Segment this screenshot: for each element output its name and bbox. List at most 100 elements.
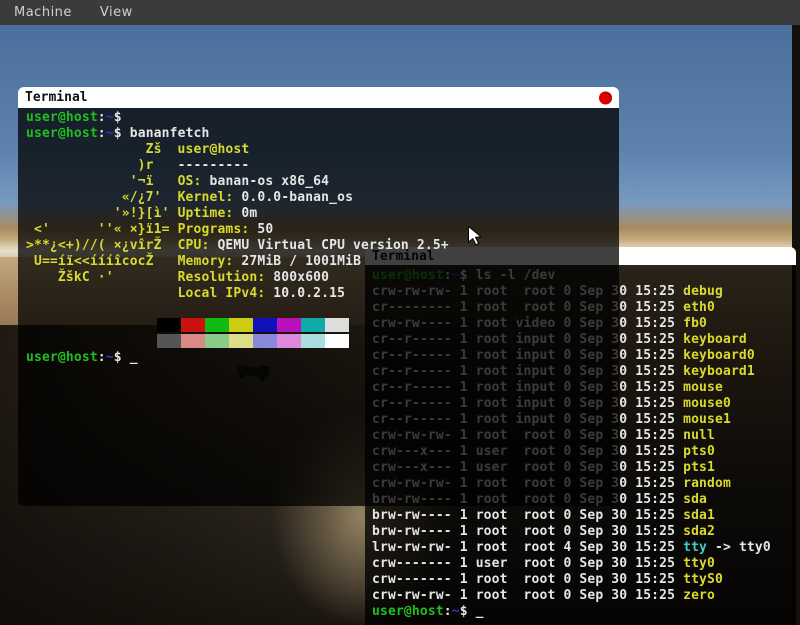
terminal-text-segment: ~	[452, 604, 460, 619]
terminal1-title: Terminal	[18, 90, 88, 105]
palette-swatch	[157, 318, 181, 332]
terminal-line: user@host:~$ bananfetch	[26, 126, 619, 142]
close-button[interactable]	[599, 91, 612, 104]
terminal-text-segment: tty0	[683, 556, 715, 571]
terminal-text-segment: >**¿<+)//( ×¿vîrŽ	[26, 238, 178, 253]
terminal1-titlebar[interactable]: Terminal	[18, 87, 619, 108]
palette-swatch	[277, 318, 301, 332]
terminal-line: crw-rw-rw- 1 root root 0 Sep 30 15:25 ze…	[372, 588, 796, 604]
terminal-text-segment: _	[130, 350, 138, 365]
terminal-text-segment: :	[98, 126, 106, 141]
palette-indent	[26, 334, 157, 348]
terminal-line: '»!}[ì' Uptime: 0m	[26, 206, 619, 222]
terminal-text-segment: sda	[683, 492, 707, 507]
terminal-text-segment: Programs:	[178, 222, 258, 237]
terminal-text-segment: eth0	[683, 300, 715, 315]
terminal-line: brw-rw---- 1 root root 0 Sep 30 15:25 sd…	[372, 508, 796, 524]
palette-swatch	[253, 334, 277, 348]
palette-swatch	[181, 318, 205, 332]
terminal-text-segment: crw-rw-rw- 1 root root 0 Sep 30 15:25	[372, 588, 683, 603]
terminal-text-segment: $	[114, 350, 130, 365]
terminal-text-segment: brw-rw---- 1 root root 0 Sep 30 15:25	[372, 508, 683, 523]
terminal-text-segment: mouse	[683, 380, 723, 395]
terminal-text-segment: ~	[106, 126, 114, 141]
terminal1-content[interactable]: user@host:~$ user@host:~$ bananfetch Zš …	[18, 108, 619, 506]
terminal-text-segment: :	[98, 350, 106, 365]
terminal-line: user@host:~$ _	[372, 604, 796, 620]
palette-swatch	[325, 334, 349, 348]
terminal-line: '¬ï OS: banan-os x86_64	[26, 174, 619, 190]
terminal-text-segment: ~	[106, 350, 114, 365]
terminal-text-segment: keyboard0	[683, 348, 755, 363]
terminal-text-segment: banan-os x86_64	[209, 174, 329, 189]
terminal-text-segment: crw------- 1 root root 0 Sep 30 15:25	[372, 572, 683, 587]
terminal-line: «/¿7' Kernel: 0.0.0-banan_os	[26, 190, 619, 206]
vm-menubar: Machine View	[0, 0, 800, 25]
terminal-line: user@host:~$ _	[26, 350, 619, 366]
palette-swatch	[301, 318, 325, 332]
terminal-text-segment: OS:	[178, 174, 210, 189]
terminal-text-segment: 27MiB / 1001MiB	[241, 254, 361, 269]
terminal-line: user@host:~$	[26, 110, 619, 126]
terminal-text-segment: «/¿7'	[26, 190, 178, 205]
terminal-text-segment: ŽškC ·'	[26, 270, 178, 285]
terminal-line: >**¿<+)//( ×¿vîrŽ CPU: QEMU Virtual CPU …	[26, 238, 619, 254]
terminal-text-segment: _	[476, 604, 484, 619]
terminal-text-segment: brw-rw---- 1 root root 0 Sep 30 15:25	[372, 524, 683, 539]
terminal-text-segment: )r	[26, 158, 178, 173]
terminal-text-segment: <' ''« ×}ï1=	[26, 222, 178, 237]
terminal-text-segment: 800x600	[273, 270, 329, 285]
menu-view[interactable]: View	[86, 0, 147, 25]
terminal-line: Zš user@host	[26, 142, 619, 158]
terminal-text-segment: $	[114, 126, 130, 141]
terminal-line: Local IPv4: 10.0.2.15	[26, 286, 619, 302]
palette-swatch	[325, 318, 349, 332]
terminal-text-segment: random	[683, 476, 731, 491]
terminal-text-segment: ttyS0	[683, 572, 723, 587]
palette-swatch	[157, 334, 181, 348]
terminal-line: crw------- 1 user root 0 Sep 30 15:25 tt…	[372, 556, 796, 572]
terminal-text-segment: 0.0.0-banan_os	[241, 190, 353, 205]
terminal-text-segment: Local IPv4:	[178, 286, 274, 301]
terminal-text-segment: keyboard1	[683, 364, 755, 379]
terminal-text-segment: Uptime:	[178, 206, 242, 221]
terminal-text-segment: ~	[106, 110, 114, 125]
terminal-text-segment: CPU:	[178, 238, 218, 253]
palette-swatch	[181, 334, 205, 348]
color-palette-row	[26, 318, 619, 334]
terminal-text-segment: user@host	[372, 604, 444, 619]
terminal-text-segment: null	[683, 428, 715, 443]
terminal-text-segment: 50	[257, 222, 273, 237]
terminal-line: U==íï<<íííîcocŽ Memory: 27MiB / 1001MiB	[26, 254, 619, 270]
terminal-text-segment: Zš user@host	[26, 142, 249, 157]
palette-swatch	[229, 334, 253, 348]
terminal-text-segment: mouse0	[683, 396, 731, 411]
terminal-text-segment: -> tty0	[707, 540, 771, 555]
terminal-text-segment: zero	[683, 588, 715, 603]
menu-machine[interactable]: Machine	[0, 0, 86, 25]
terminal-text-segment: :	[98, 110, 106, 125]
terminal-text-segment: Resolution:	[178, 270, 274, 285]
terminal-line	[26, 302, 619, 318]
terminal-line: <' ''« ×}ï1= Programs: 50	[26, 222, 619, 238]
mouse-pointer-icon	[468, 226, 483, 250]
terminal-text-segment: 10.0.2.15	[273, 286, 345, 301]
terminal-window-1: Terminal user@host:~$ user@host:~$ banan…	[18, 87, 619, 506]
color-palette-row	[26, 334, 619, 350]
terminal-text-segment: '»!}[ì'	[26, 206, 178, 221]
terminal-text-segment: Kernel:	[178, 190, 242, 205]
terminal-text-segment: tty	[683, 540, 707, 555]
terminal-text-segment: '¬ï	[26, 174, 178, 189]
terminal-line: lrw-rw-rw- 1 root root 4 Sep 30 15:25 tt…	[372, 540, 796, 556]
terminal-text-segment	[26, 286, 178, 301]
terminal-text-segment: 0m	[241, 206, 257, 221]
terminal-text-segment: crw------- 1 user root 0 Sep 30 15:25	[372, 556, 683, 571]
palette-swatch	[253, 318, 277, 332]
terminal-text-segment: pts1	[683, 460, 715, 475]
terminal-line: brw-rw---- 1 root root 0 Sep 30 15:25 sd…	[372, 524, 796, 540]
terminal-text-segment: lrw-rw-rw- 1 root root 4 Sep 30 15:25	[372, 540, 683, 555]
terminal-line: ŽškC ·' Resolution: 800x600	[26, 270, 619, 286]
terminal-text-segment: :	[444, 604, 452, 619]
palette-swatch	[277, 334, 301, 348]
terminal-text-segment: U==íï<<íííîcocŽ	[26, 254, 178, 269]
